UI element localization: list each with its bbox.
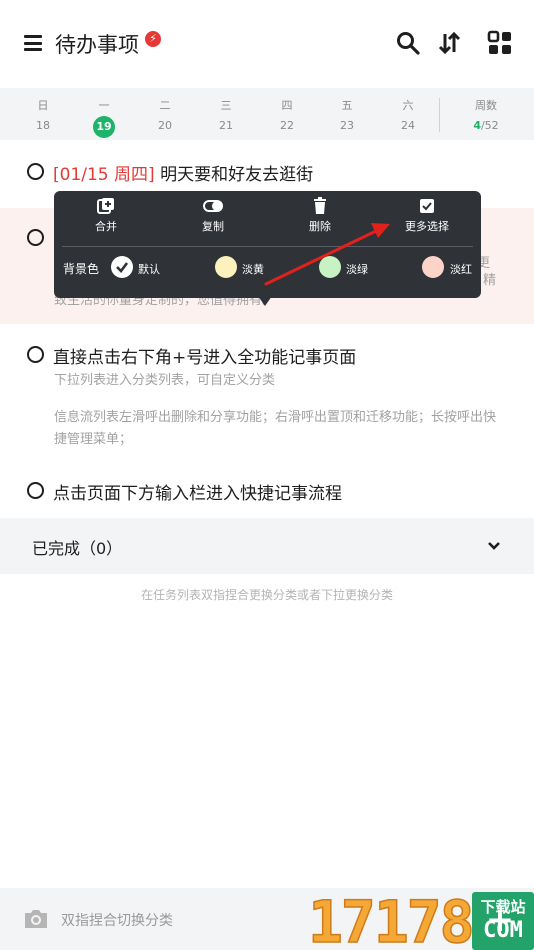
copy-icon [203,200,223,212]
calendar-day[interactable]: 五 23 [327,88,367,140]
search-icon[interactable] [395,30,421,56]
popup-pointer [258,296,272,306]
trash-icon [314,197,326,214]
merge-button[interactable]: 合并 [66,197,146,234]
menu-icon[interactable] [24,35,42,51]
color-label: 默认 [138,263,160,276]
color-label: 淡红 [450,263,472,276]
color-swatch-light-yellow[interactable] [215,256,237,278]
watermark-digits: 17178 [307,887,475,950]
task-checkbox[interactable] [27,346,44,363]
page-title: 待办事项 [55,33,139,57]
calendar-day[interactable]: 四 22 [267,88,307,140]
copy-button[interactable]: 复制 [173,197,253,234]
grid-view-icon[interactable] [487,30,513,56]
calendar-day[interactable]: 日 18 [23,88,63,140]
week-calendar: 日 18 一 19 二 20 三 21 四 22 五 23 六 24 周数 4/… [0,88,534,140]
quick-note-input[interactable]: 双指捏合切换分类 [61,910,173,930]
camera-icon[interactable] [23,908,49,930]
color-swatch-light-red[interactable] [422,256,444,278]
task-title[interactable]: 点击页面下方输入栏进入快捷记事流程 [53,479,342,504]
add-note-plus-icon[interactable]: + [480,900,520,940]
calendar-day-today[interactable]: 一 19 [84,88,124,140]
task-title[interactable]: 直接点击右下角+号进入全功能记事页面 [53,343,356,368]
calendar-day[interactable]: 六 24 [388,88,428,140]
task-note-fragment: 精 [483,273,497,288]
task-note: 下拉列表进入分类列表，可自定义分类 [54,373,276,388]
quick-action-popup: 合并 复制 删除 更多选择 背景色 默认 淡黄 淡绿 淡红 [54,191,481,298]
checkbox-icon [420,199,434,213]
week-number-value: 4/52 [473,119,499,132]
popup-divider [62,246,473,247]
week-number-label: 周数 [475,99,497,112]
background-color-label: 背景色 [63,262,100,276]
calendar-day[interactable]: 三 21 [206,88,246,140]
check-icon [116,262,129,273]
task-title[interactable]: [01/15 周四] 明天要和好友去逛街 [53,160,313,185]
chevron-down-icon[interactable] [486,538,502,554]
app-header: 待办事项 ⚡ [0,0,534,88]
task-note: 信息流列表左滑呼出删除和分享功能；右滑呼出置顶和迁移功能；长按呼出快捷管理菜单； [54,410,497,447]
merge-icon [97,198,114,214]
color-label: 淡黄 [242,263,264,276]
task-checkbox[interactable] [27,482,44,499]
sort-icon[interactable] [437,30,463,56]
flash-badge-icon: ⚡ [145,31,161,47]
task-checkbox[interactable] [27,163,44,180]
completed-section[interactable]: 已完成（0） [0,518,534,574]
calendar-divider [439,98,440,132]
color-swatch-default[interactable] [111,256,133,278]
more-select-button[interactable]: 更多选择 [387,197,467,234]
annotation-arrow [264,223,390,286]
color-label: 淡绿 [346,263,368,276]
delete-button[interactable]: 删除 [280,197,360,234]
task-checkbox[interactable] [27,229,44,246]
color-swatch-light-green[interactable] [319,256,341,278]
task-date-tag: [01/15 周四] [53,165,155,185]
calendar-day[interactable]: 二 20 [145,88,185,140]
hint-text: 在任务列表双指捏合更换分类或者下拉更换分类 [140,588,393,602]
completed-label: 已完成（0） [32,539,123,558]
